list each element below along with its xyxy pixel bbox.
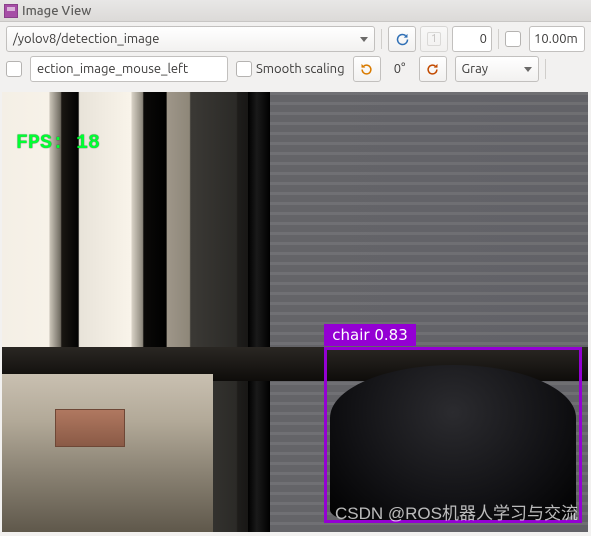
scene-box [55,409,125,447]
detection-bbox-chair: chair 0.83 [324,347,582,523]
rotate-left-button[interactable] [353,56,381,82]
refresh-button[interactable] [388,26,416,52]
colormap-value: Gray [462,62,488,76]
scene-shelf [2,374,213,532]
smooth-label: Smooth scaling [256,62,345,76]
topic-selector[interactable]: /yolov8/detection_image [6,26,375,52]
rotation-readout: 0° [385,62,415,76]
rotate-right-button[interactable] [419,56,447,82]
toolbar-row-2: ection_image_mouse_left Smooth scaling 0… [0,56,591,86]
watermark: CSDN @ROS机器人学习与交流 [335,499,578,524]
rate-checkbox[interactable] [505,31,521,47]
rate-value: 10.00m [534,32,578,46]
scene-window-frame [248,92,270,532]
frame-number-value: 0 [480,32,487,46]
divider [381,29,382,49]
colormap-select[interactable]: Gray [455,56,539,82]
divider [545,59,546,79]
rotate-right-icon [425,62,440,77]
rate-input[interactable]: 10.00m [529,26,585,52]
chevron-down-icon [524,67,532,72]
toolbar-row-1: /yolov8/detection_image 1 0 10.00m [0,22,591,56]
topic-value: /yolov8/detection_image [13,32,159,46]
refresh-icon [395,32,410,47]
chevron-down-icon [360,37,368,42]
window-title: Image View [22,4,91,18]
mouse-publish-checkbox[interactable] [6,61,22,77]
smooth-scaling-option[interactable]: Smooth scaling [236,61,345,77]
fps-overlay: FPS: 18 [16,132,100,155]
title-bar: Image View [0,0,591,22]
rotate-left-icon [359,62,374,77]
capture-button[interactable]: 1 [420,26,448,52]
mouse-topic-input[interactable]: ection_image_mouse_left [30,56,228,82]
image-view[interactable]: FPS: 18 chair 0.83 CSDN @ROS机器人学习与交流 [2,92,588,532]
app-icon [4,4,18,18]
mouse-topic-value: ection_image_mouse_left [37,62,188,76]
divider [498,29,499,49]
capture-label: 1 [427,32,441,46]
detection-label: chair 0.83 [324,324,415,346]
smooth-checkbox[interactable] [236,61,252,77]
frame-number-input[interactable]: 0 [452,26,492,52]
